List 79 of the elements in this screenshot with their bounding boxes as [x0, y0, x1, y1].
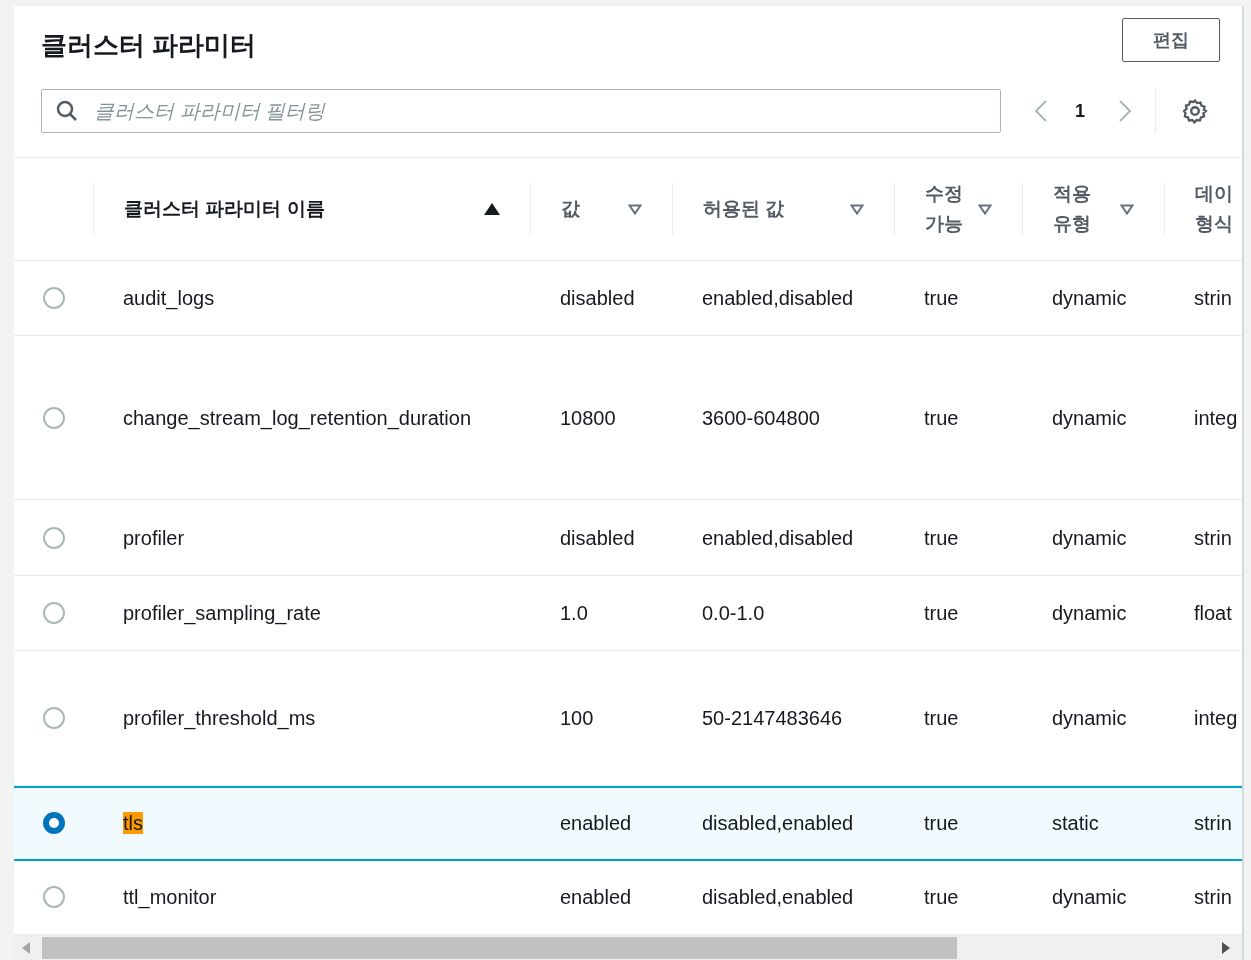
table-row[interactable]: audit_logs disabled enabled,disabled true dynamic strin [14, 261, 1242, 337]
table-row[interactable]: profiler_threshold_ms 100 50-2147483646 true dynamic integ [14, 650, 1242, 786]
table-cell: true [924, 706, 959, 729]
column-header[interactable]: 허용된 값 [703, 194, 785, 225]
radio-button[interactable] [42, 287, 65, 310]
table-cell: dynamic [1052, 706, 1127, 729]
column-header[interactable]: 값 [561, 194, 580, 225]
table-cell: 3600-604800 [702, 406, 820, 429]
table-cell: change_stream_log_retention_duration [123, 406, 472, 429]
radio-button[interactable] [42, 406, 65, 429]
table-row[interactable]: profiler disabled enabled,disabled true dynamic strin [14, 500, 1242, 576]
radio-button[interactable] [42, 526, 65, 549]
table-cell: profiler_sampling_rate [123, 601, 321, 624]
chevron-right-icon [1118, 99, 1132, 123]
search-field[interactable]: 클러스터 파라미터 필터링 [41, 89, 1001, 133]
table-cell: strin [1194, 526, 1232, 549]
table-cell: 50-2147483646 [702, 706, 843, 729]
horizontal-scrollbar[interactable] [14, 935, 1242, 960]
table-cell: strin [1194, 886, 1232, 909]
table-cell: integ [1194, 706, 1238, 729]
table-cell: 10800 [560, 406, 616, 429]
sort-ascending-icon[interactable] [484, 203, 500, 216]
table-cell: true [924, 526, 959, 549]
table-cell: strin [1194, 287, 1232, 310]
table-cell: dynamic [1052, 886, 1127, 909]
radio-button[interactable] [42, 886, 65, 909]
table-cell: audit_logs [123, 287, 215, 310]
table-cell: true [924, 812, 959, 835]
table-cell: 1.0 [560, 601, 588, 624]
table-cell: integ [1194, 406, 1238, 429]
radio-button[interactable] [42, 706, 65, 729]
sort-icon[interactable] [628, 203, 642, 215]
table-cell: enabled,disabled [702, 526, 854, 549]
table-cell: tls [123, 812, 143, 835]
settings-icon [1182, 98, 1208, 124]
sort-icon[interactable] [1120, 203, 1134, 215]
table-cell: profiler [123, 526, 185, 549]
table-cell: true [924, 406, 959, 429]
table-cell: true [924, 601, 959, 624]
scroll-left-icon[interactable] [22, 941, 30, 954]
column-header[interactable]: 적용 유형 [1053, 179, 1091, 240]
table-cell: disabled,enabled [702, 812, 854, 835]
table-cell: disabled,enabled [702, 886, 854, 909]
table-cell: profiler_threshold_ms [123, 706, 316, 729]
radio-button[interactable] [42, 601, 65, 624]
edit-button[interactable]: 편집 [1122, 18, 1220, 62]
column-header[interactable]: 클러스터 파라미터 이름 [124, 194, 325, 225]
panel-title: 클러스터 파라미터 [41, 29, 257, 62]
search-icon [55, 99, 79, 123]
table-row[interactable]: change_stream_log_retention_duration 10800 3600-604800 true dynamic integ [14, 336, 1242, 501]
table-cell: 100 [560, 706, 594, 729]
table-row[interactable]: profiler_sampling_rate 1.0 0.0-1.0 true dynamic float [14, 575, 1242, 651]
table-cell: float [1194, 601, 1232, 624]
table-cell: true [924, 287, 959, 310]
table-cell: disabled [560, 526, 635, 549]
table-cell: dynamic [1052, 526, 1127, 549]
sort-icon[interactable] [850, 203, 864, 215]
table-cell: dynamic [1052, 287, 1127, 310]
table-cell: static [1052, 812, 1099, 835]
scrollbar-thumb[interactable] [42, 936, 957, 959]
table-cell: true [924, 886, 959, 909]
radio-button[interactable] [42, 812, 65, 835]
table-cell: strin [1194, 812, 1232, 835]
page-number[interactable]: 1 [1075, 97, 1085, 125]
table-cell: enabled [560, 886, 632, 909]
table-cell: enabled,disabled [702, 287, 854, 310]
table-cell: enabled [560, 812, 632, 835]
table-cell: dynamic [1052, 406, 1127, 429]
table-cell: 0.0-1.0 [702, 601, 765, 624]
chevron-left-icon [1034, 99, 1048, 123]
table-cell: dynamic [1052, 601, 1127, 624]
column-header[interactable]: 데이 형식 [1195, 179, 1233, 240]
column-header[interactable]: 수정 가능 [925, 179, 963, 240]
settings-button[interactable] [1182, 98, 1208, 124]
table-cell: disabled [560, 287, 635, 310]
scroll-right-icon[interactable] [1222, 941, 1230, 954]
table-cell: ttl_monitor [123, 886, 217, 909]
selected-table-row[interactable]: tls enabled disabled,enabled true static strin [14, 785, 1242, 861]
sort-icon[interactable] [978, 203, 992, 215]
